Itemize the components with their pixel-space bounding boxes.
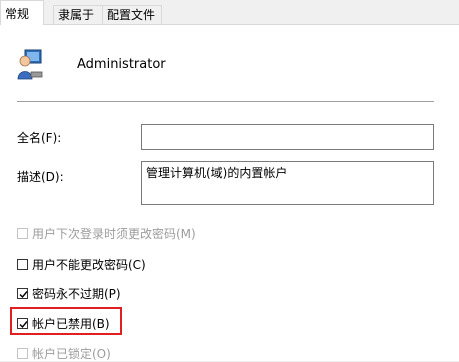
tab-general-label: 常规 — [5, 7, 30, 21]
checkbox-password-never-expires[interactable] — [17, 288, 28, 299]
fullname-field[interactable] — [141, 124, 434, 150]
fullname-label: 全名(F): — [17, 131, 62, 145]
option-label: 帐户已锁定(O) — [32, 347, 111, 361]
highlight-box — [10, 307, 122, 335]
description-value: 管理计算机(域)的内置帐户 — [146, 166, 288, 180]
option-label: 用户下次登录时须更改密码(M) — [32, 227, 196, 241]
tab-member-of-label: 隶属于 — [58, 8, 95, 22]
checkbox-cannot-change-password[interactable] — [17, 259, 28, 270]
option-cannot-change-password[interactable]: 用户不能更改密码(C) — [17, 256, 146, 273]
option-account-locked[interactable]: 帐户已锁定(O) — [17, 345, 111, 362]
user-name: Administrator — [77, 57, 166, 72]
tab-profile-label: 配置文件 — [107, 8, 156, 22]
checkbox-account-locked[interactable] — [17, 348, 28, 359]
checkmark-icon — [19, 291, 28, 299]
option-must-change-password[interactable]: 用户下次登录时须更改密码(M) — [17, 225, 196, 242]
tab-member-of[interactable]: 隶属于 — [53, 5, 103, 24]
user-computer-icon — [17, 48, 43, 80]
option-label: 用户不能更改密码(C) — [32, 258, 146, 272]
option-label: 密码永不过期(P) — [32, 287, 121, 301]
description-field[interactable]: 管理计算机(域)的内置帐户 — [141, 161, 434, 205]
separator — [17, 101, 434, 102]
option-password-never-expires[interactable]: 密码永不过期(P) — [17, 285, 121, 302]
description-label: 描述(D): — [17, 170, 64, 184]
tab-profile[interactable]: 配置文件 — [102, 5, 162, 24]
tab-general[interactable]: 常规 — [0, 0, 44, 25]
general-panel: Administrator 全名(F): 描述(D): 管理计算机(域)的内置帐… — [0, 24, 459, 361]
tab-bar: 常规 隶属于 配置文件 — [0, 0, 459, 25]
checkbox-must-change-password[interactable] — [17, 228, 28, 239]
